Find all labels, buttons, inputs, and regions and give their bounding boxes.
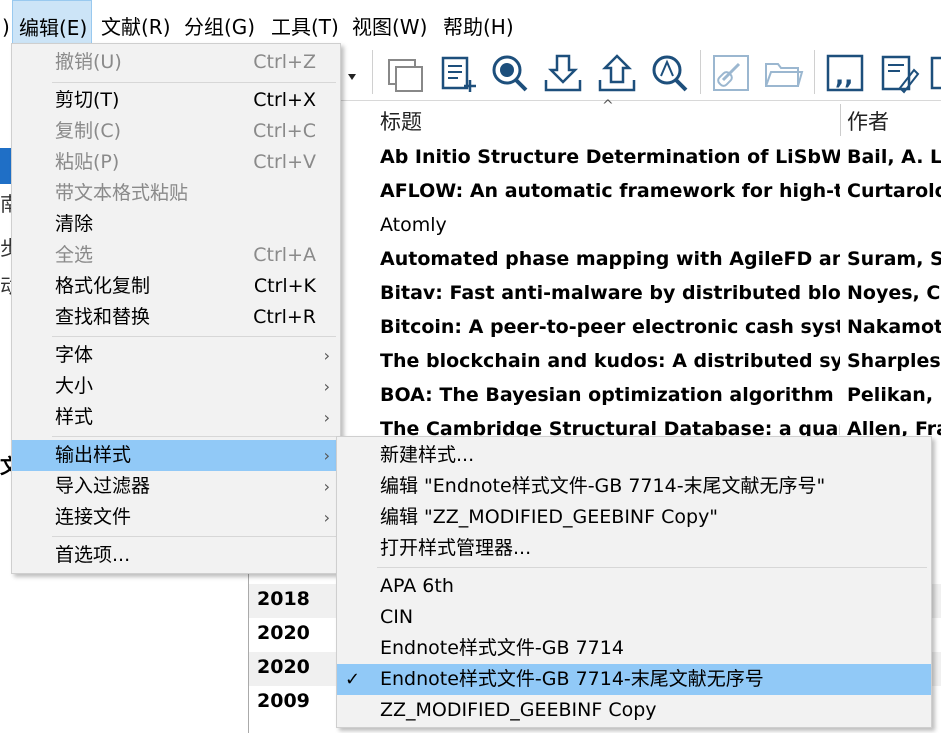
table-row[interactable]: Atomly [249,210,941,244]
reference-title: Atomly [380,214,447,236]
menu-item-clear[interactable]: 清除 [12,209,340,240]
menu-groups[interactable]: 分组(G) [178,0,261,44]
menu-item-paste[interactable]: 粘贴(P) Ctrl+V [12,147,340,178]
reference-author: Pelikan, M [847,384,941,406]
menu-separator [52,336,336,337]
reference-author: Curtarolo [847,180,941,202]
menu-item-preferences[interactable]: 首选项... [12,540,340,571]
menu-item-style-cin[interactable]: CIN [337,602,931,633]
chevron-right-icon: › [323,346,330,365]
menu-item-size[interactable]: 大小 › [12,371,340,402]
menu-help[interactable]: 帮助(H) [437,0,520,44]
menu-item-connection-files[interactable]: 连接文件 › [12,502,340,533]
reference-author: Sharples, [847,350,941,372]
sort-ascending-icon: ^ [602,98,614,114]
toolbar-separator [372,50,373,94]
menu-item-edit-gb7714-no-number[interactable]: 编辑 "Endnote样式文件-GB 7714-末尾文献无序号" [337,471,931,502]
open-file-icon[interactable] [760,50,806,96]
menu-item-style-gb7714[interactable]: Endnote样式文件-GB 7714 [337,633,931,664]
column-separator[interactable] [840,104,841,136]
menu-item-output-styles[interactable]: 输出样式 › [12,440,340,471]
menu-item-style-gb7714-no-number[interactable]: ✓ Endnote样式文件-GB 7714-末尾文献无序号 [337,664,931,695]
menu-edit[interactable]: 编辑(E) [12,0,92,44]
chevron-right-icon: › [323,446,330,465]
svg-text:,,: ,, [835,62,853,90]
import-icon[interactable] [540,50,586,96]
chevron-right-icon: › [323,377,330,396]
menu-window[interactable]: 视图(W) [346,0,433,44]
reference-year: 2020 [257,656,310,678]
export-icon[interactable] [594,50,640,96]
menu-separator [377,567,927,568]
chevron-right-icon: › [323,477,330,496]
insert-citation-icon[interactable]: ,, [822,50,868,96]
reference-title: Bitav: Fast anti-malware by distributed … [380,282,840,304]
new-reference-icon[interactable] [434,50,480,96]
toolbar-separator [814,50,815,94]
table-row[interactable]: BOA: The Bayesian optimization algorithm… [249,380,941,414]
checkmark-icon: ✓ [345,669,361,690]
table-row[interactable]: Ab Initio Structure Determination of LiS… [249,142,941,176]
menu-bar: ) 编辑(E) 文献(R) 分组(G) 工具(T) 视图(W) 帮助(H) [0,0,941,44]
reference-title: Automated phase mapping with AgileFD an.… [380,248,840,270]
reference-title: Bitcoin: A peer-to-peer electronic cash … [380,316,840,338]
column-header-author[interactable]: 作者 [847,100,889,140]
menu-item-style[interactable]: 样式 › [12,402,340,433]
reference-title: AFLOW: An automatic framework for high-t… [380,180,840,202]
chevron-right-icon: › [323,508,330,527]
dropdown-arrow-icon[interactable] [340,50,364,96]
reference-year: 2009 [257,690,310,712]
reference-author: Noyes, Ch [847,282,941,304]
menu-item-open-style-manager[interactable]: 打开样式管理器... [337,533,931,564]
menu-item-edit-zz-modified[interactable]: 编辑 "ZZ_MODIFIED_GEEBINF Copy" [337,502,931,533]
menu-separator [52,536,336,537]
reference-year: 2020 [257,622,310,644]
reference-title: Ab Initio Structure Determination of LiS… [380,146,840,168]
toolbar-separator [700,50,701,94]
reference-author: Nakamoto [847,316,941,338]
menu-item-undo[interactable]: 撤销(U) Ctrl+Z [12,47,340,78]
edit-reference-icon[interactable] [876,50,922,96]
menu-item-find-replace[interactable]: 查找和替换 Ctrl+R [12,302,340,333]
table-row[interactable]: Automated phase mapping with AgileFD an.… [249,244,941,278]
menu-item-select-all[interactable]: 全选 Ctrl+A [12,240,340,271]
menu-item-style-apa6[interactable]: APA 6th [337,571,931,602]
table-row[interactable]: Bitcoin: A peer-to-peer electronic cash … [249,312,941,346]
menu-item-new-style[interactable]: 新建样式... [337,440,931,471]
menu-separator [52,82,336,83]
menu-item-style-zz-modified[interactable]: ZZ_MODIFIED_GEEBINF Copy [337,695,931,726]
edit-menu: 撤销(U) Ctrl+Z 剪切(T) Ctrl+X 复制(C) Ctrl+C 粘… [11,43,341,574]
reference-title: BOA: The Bayesian optimization algorithm [380,384,834,406]
word-icon[interactable] [928,50,941,96]
reference-title: The blockchain and kudos: A distributed … [380,350,840,372]
online-search-icon[interactable] [486,50,532,96]
reference-year: 2018 [257,588,310,610]
copy-to-library-icon[interactable] [382,50,428,96]
reference-author: Suram, Sa [847,248,941,270]
menu-references[interactable]: 文献(R) [95,0,177,44]
menu-item-copy[interactable]: 复制(C) Ctrl+C [12,116,340,147]
menu-item-font[interactable]: 字体 › [12,340,340,371]
table-row[interactable]: The blockchain and kudos: A distributed … [249,346,941,380]
menu-tools[interactable]: 工具(T) [265,0,345,44]
open-link-icon[interactable] [708,50,754,96]
column-header-title[interactable]: 标题 [380,100,422,140]
table-row[interactable]: Bitav: Fast anti-malware by distributed … [249,278,941,312]
find-fulltext-icon[interactable] [646,50,692,96]
menu-item-cut[interactable]: 剪切(T) Ctrl+X [12,85,340,116]
menu-item-paste-with-formatting[interactable]: 带文本格式粘贴 [12,178,340,209]
output-styles-submenu: 新建样式... 编辑 "Endnote样式文件-GB 7714-末尾文献无序号"… [336,436,932,728]
menu-separator [52,436,336,437]
menu-item-copy-formatted[interactable]: 格式化复制 Ctrl+K [12,271,340,302]
chevron-right-icon: › [323,408,330,427]
reference-author: Bail, A. L. [847,146,941,168]
table-row[interactable]: AFLOW: An automatic framework for high-t… [249,176,941,210]
menu-item-import-filters[interactable]: 导入过滤器 › [12,471,340,502]
